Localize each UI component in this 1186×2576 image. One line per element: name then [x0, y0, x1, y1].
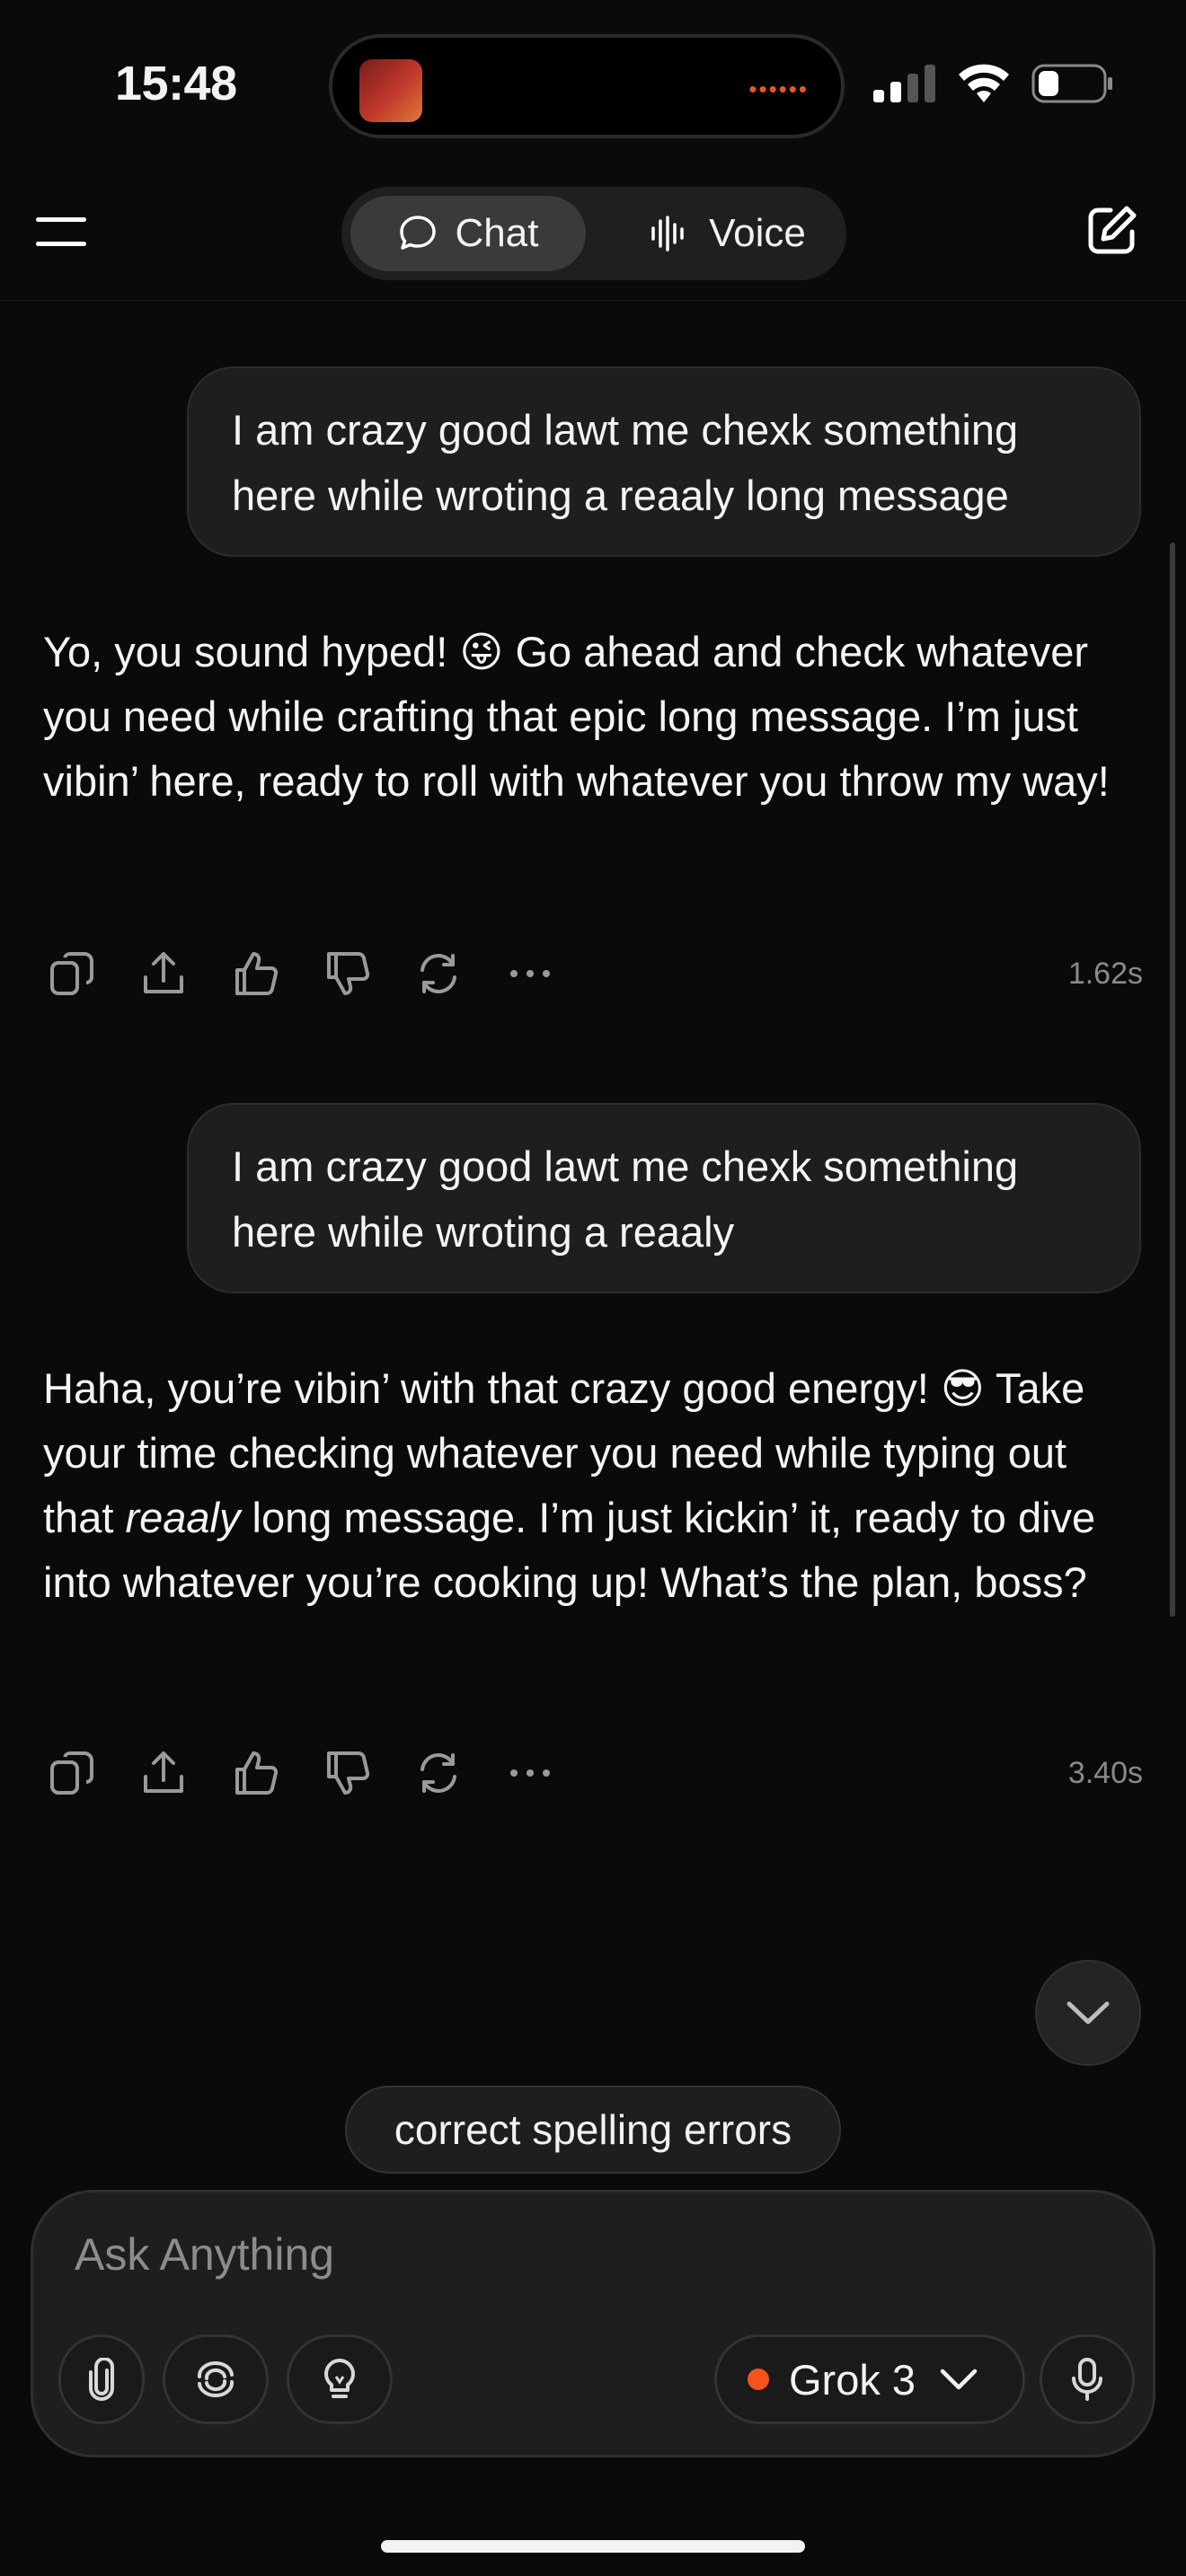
- tab-voice[interactable]: Voice: [620, 196, 836, 271]
- new-chat-button[interactable]: [1085, 203, 1139, 257]
- regenerate-button[interactable]: [413, 1748, 464, 1798]
- deepsearch-icon: [197, 2360, 235, 2398]
- thumbs-down-icon: [327, 1751, 370, 1795]
- like-button[interactable]: [230, 1748, 280, 1798]
- microphone-icon: [1072, 2358, 1102, 2401]
- header-divider: [0, 300, 1186, 301]
- copy-icon: [50, 1751, 93, 1795]
- lightbulb-icon: [324, 2359, 355, 2398]
- home-indicator[interactable]: [381, 2540, 805, 2553]
- waveform-icon: [651, 216, 684, 251]
- message-input[interactable]: Ask Anything: [75, 2228, 334, 2280]
- chevron-down-icon: [1067, 2001, 1110, 2025]
- tab-chat[interactable]: Chat: [350, 196, 586, 271]
- assistant-message: Haha, you’re vibin’ with that crazy good…: [43, 1356, 1148, 1615]
- now-playing-artwork: [359, 59, 422, 122]
- suggestion-chip[interactable]: correct spelling errors: [345, 2086, 841, 2174]
- menu-button[interactable]: [36, 216, 88, 248]
- copy-button[interactable]: [47, 948, 97, 999]
- response-time: 1.62s: [1067, 956, 1143, 991]
- scrollbar[interactable]: [1170, 543, 1175, 1617]
- think-button[interactable]: [287, 2334, 393, 2424]
- chevron-down-icon: [940, 2369, 978, 2390]
- composer: Ask Anything Grok 3: [31, 2190, 1155, 2457]
- more-icon: [510, 1769, 550, 1777]
- wifi-icon: [959, 64, 1009, 102]
- copy-button[interactable]: [47, 1748, 97, 1798]
- more-icon: [510, 970, 550, 977]
- regenerate-icon: [420, 1753, 456, 1793]
- dislike-button[interactable]: [322, 948, 372, 999]
- thumbs-up-icon: [235, 1751, 279, 1795]
- share-button[interactable]: [138, 1748, 189, 1798]
- tab-voice-label: Voice: [709, 211, 806, 255]
- share-icon: [144, 1751, 183, 1793]
- more-button[interactable]: [505, 948, 555, 999]
- dislike-button[interactable]: [322, 1748, 372, 1798]
- model-status-dot: [748, 2369, 769, 2390]
- hamburger-icon: [36, 217, 86, 246]
- user-message: I am crazy good lawt me chexk something …: [187, 1103, 1141, 1293]
- scroll-to-bottom-button[interactable]: [1035, 1960, 1141, 2066]
- copy-icon: [50, 952, 93, 995]
- user-message: I am crazy good lawt me chexk something …: [187, 366, 1141, 557]
- assistant-message: Yo, you sound hyped! 😜 Go ahead and chec…: [43, 628, 1110, 805]
- more-button[interactable]: [505, 1748, 555, 1798]
- model-selector[interactable]: Grok 3: [714, 2334, 1025, 2424]
- like-button[interactable]: [230, 948, 280, 999]
- thumbs-down-icon: [327, 952, 370, 995]
- share-icon: [144, 952, 183, 993]
- audio-indicator: ••••••: [748, 75, 809, 102]
- message-actions: 1.62s: [47, 947, 1143, 1001]
- thumbs-up-icon: [235, 952, 279, 995]
- response-time: 3.40s: [1067, 1755, 1143, 1790]
- battery-icon: [1031, 64, 1112, 103]
- mode-switcher: Chat Voice: [341, 187, 846, 280]
- message-actions: 3.40s: [47, 1746, 1143, 1800]
- status-icons: [873, 63, 1114, 104]
- regenerate-button[interactable]: [413, 948, 464, 999]
- tab-chat-label: Chat: [455, 211, 539, 255]
- compose-icon: [1088, 206, 1137, 254]
- dynamic-island[interactable]: ••••••: [329, 34, 845, 138]
- share-button[interactable]: [138, 948, 189, 999]
- regenerate-icon: [420, 954, 456, 993]
- chat-bubble-icon: [399, 216, 436, 250]
- attach-button[interactable]: [58, 2334, 145, 2424]
- paperclip-icon: [89, 2358, 114, 2401]
- status-time: 15:48: [115, 57, 237, 110]
- voice-input-button[interactable]: [1040, 2334, 1135, 2424]
- deepsearch-button[interactable]: [163, 2334, 269, 2424]
- cellular-signal-icon: [873, 65, 935, 102]
- message-text-italic: reaaly: [125, 1494, 241, 1541]
- model-label: Grok 3: [789, 2355, 916, 2404]
